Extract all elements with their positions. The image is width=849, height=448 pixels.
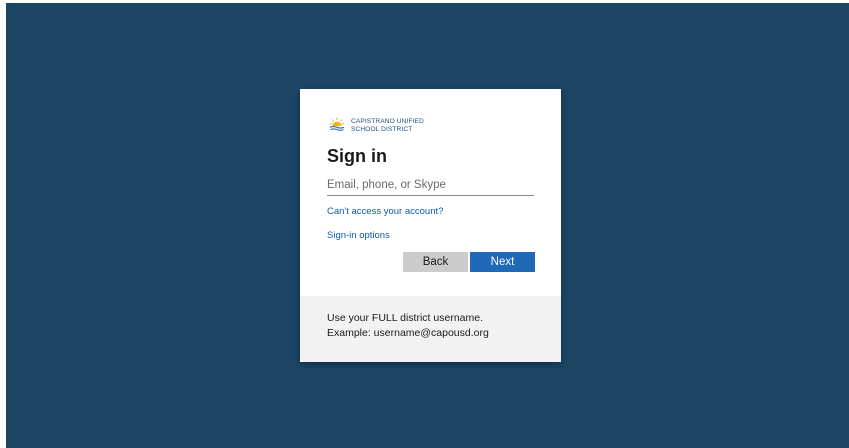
sign-in-card: CAPISTRANO UNIFIED SCHOOL DISTRICT Sign … xyxy=(300,89,561,362)
district-name-line2: SCHOOL DISTRICT xyxy=(351,125,413,133)
next-button[interactable]: Next xyxy=(470,252,535,272)
email-field[interactable] xyxy=(327,175,534,196)
username-hint-panel: Use your FULL district username. Example… xyxy=(300,296,561,362)
page-title: Sign in xyxy=(327,146,387,166)
cant-access-account-link[interactable]: Can't access your account? xyxy=(327,206,443,217)
sun-waves-logo-icon xyxy=(327,115,347,135)
hint-text-line2: Example: username@capousd.org xyxy=(327,327,489,339)
back-button[interactable]: Back xyxy=(403,252,468,272)
hint-text-line1: Use your FULL district username. xyxy=(327,312,483,324)
sign-in-options-link[interactable]: Sign-in options xyxy=(327,230,390,241)
sign-in-form: CAPISTRANO UNIFIED SCHOOL DISTRICT Sign … xyxy=(300,89,561,297)
district-logo: CAPISTRANO UNIFIED SCHOOL DISTRICT xyxy=(327,115,527,137)
